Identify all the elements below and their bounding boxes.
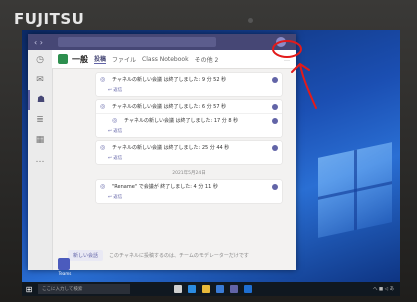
rail-activity[interactable]: ◷ xyxy=(28,50,52,70)
message-card: ◎ チャネルの新しい会議 は終了しました: 9 分 52 秒 ↩ 返信 xyxy=(96,73,282,96)
store-icon[interactable] xyxy=(216,285,224,293)
compose-bar: 新しい会話 このチャネルに投稿するのは、チームのモデレーターだけです xyxy=(68,248,288,262)
message-card: ◎ チャネルの新しい会議 は終了しました: 25 分 44 秒 ↩ 返信 xyxy=(96,141,282,164)
edge-icon[interactable] xyxy=(188,285,196,293)
meeting-icon: ◎ xyxy=(100,76,106,83)
task-view-icon[interactable] xyxy=(174,285,182,293)
meeting-badge-icon xyxy=(272,76,278,83)
message-card: ◎ "Rename" で会議が 終了しました: 4 分 11 秒 ↩ 返信 xyxy=(96,180,282,203)
windows-wallpaper-logo xyxy=(318,142,392,238)
taskbar-apps xyxy=(174,285,258,293)
message-subtext: チャネルの新しい会議 は終了しました: 17 分 8 秒 xyxy=(124,118,239,124)
rail-more[interactable]: … xyxy=(28,150,52,170)
message-card: ◎ チャネルの新しい会議 は終了しました: 6 分 57 秒 ◎ チャネルの新し… xyxy=(96,100,282,137)
message-feed: ◎ チャネルの新しい会議 は終了しました: 9 分 52 秒 ↩ 返信 ◎ チャ… xyxy=(52,69,296,239)
brand-logo: FUJITSU xyxy=(14,10,85,28)
system-tray[interactable]: へ ■ ◁ あ xyxy=(373,286,394,292)
nav-arrows-icon[interactable]: ‹ › xyxy=(34,38,58,47)
compose-hint: このチャネルに投稿するのは、チームのモデレーターだけです xyxy=(109,252,249,259)
meeting-icon: ◎ xyxy=(100,183,106,190)
tab-posts[interactable]: 投稿 xyxy=(94,54,107,64)
chat-icon: ✉ xyxy=(36,75,44,85)
assignments-icon: ≣ xyxy=(36,115,44,125)
new-conversation-button[interactable]: 新しい会話 xyxy=(68,249,104,261)
search-input[interactable] xyxy=(58,37,216,47)
header-more-icon[interactable]: … xyxy=(284,56,290,63)
message-text: チャネルの新しい会議 は終了しました: 9 分 52 秒 xyxy=(112,77,227,83)
rail-calendar[interactable]: ▦ xyxy=(28,130,52,150)
message-text: "Rename" で会議が 終了しました: 4 分 11 秒 xyxy=(112,184,218,190)
meeting-badge-icon xyxy=(272,117,278,124)
start-icon[interactable]: ⊞ xyxy=(22,285,36,294)
meeting-badge-icon xyxy=(272,144,278,151)
activity-icon: ◷ xyxy=(36,55,44,65)
more-icon: … xyxy=(35,155,45,165)
rail-assignments[interactable]: ≣ xyxy=(28,110,52,130)
tab-class-notebook[interactable]: Class Notebook xyxy=(142,56,189,63)
title-bar: ‹ › xyxy=(28,34,296,50)
date-divider: 2021年5月24日 xyxy=(172,171,206,176)
meeting-icon: ◎ xyxy=(100,103,106,110)
teams-icon: ☗ xyxy=(36,95,46,105)
taskbar: ⊞ ここに入力して検索 へ ■ ◁ あ xyxy=(22,282,400,296)
reply-button[interactable]: ↩ 返信 xyxy=(96,127,282,137)
teams-window: ‹ › ◷ ✉ ☗ ≣ ▦ … 一般 投稿 ファイル Class Noteboo… xyxy=(28,34,296,270)
rail-chat[interactable]: ✉ xyxy=(28,70,52,90)
meeting-icon: ◎ xyxy=(112,117,118,124)
mail-icon[interactable] xyxy=(244,285,252,293)
reply-button[interactable]: ↩ 返信 xyxy=(96,154,282,164)
webcam xyxy=(248,18,253,23)
avatar[interactable] xyxy=(276,37,286,47)
team-avatar xyxy=(58,54,68,64)
tab-more[interactable]: その他 2 xyxy=(195,55,219,64)
tab-files[interactable]: ファイル xyxy=(112,55,136,64)
meeting-icon: ◎ xyxy=(100,144,106,151)
channel-name: 一般 xyxy=(72,54,88,64)
rail-teams[interactable]: ☗ xyxy=(28,90,52,110)
desktop-screen: ‹ › ◷ ✉ ☗ ≣ ▦ … 一般 投稿 ファイル Class Noteboo… xyxy=(22,30,400,296)
meeting-badge-icon xyxy=(272,183,278,190)
teams-taskbar-icon[interactable] xyxy=(230,285,238,293)
explorer-icon[interactable] xyxy=(202,285,210,293)
message-text: チャネルの新しい会議 は終了しました: 6 分 57 秒 xyxy=(112,104,227,110)
desktop-icon-label: Teams xyxy=(58,271,72,276)
channel-header: 一般 投稿 ファイル Class Notebook その他 2 … xyxy=(52,50,296,69)
calendar-icon: ▦ xyxy=(35,135,45,145)
teams-desktop-icon[interactable] xyxy=(58,258,70,270)
meeting-badge-icon xyxy=(272,103,278,110)
laptop-bezel: FUJITSU ‹ › ◷ ✉ ☗ ≣ ▦ … 一般 投稿 ファイル Class… xyxy=(0,0,417,302)
message-text: チャネルの新しい会議 は終了しました: 25 分 44 秒 xyxy=(112,145,230,151)
reply-button[interactable]: ↩ 返信 xyxy=(96,86,282,96)
reply-button[interactable]: ↩ 返信 xyxy=(96,193,282,203)
taskbar-search[interactable]: ここに入力して検索 xyxy=(38,284,130,294)
app-rail: ◷ ✉ ☗ ≣ ▦ … xyxy=(28,50,53,270)
